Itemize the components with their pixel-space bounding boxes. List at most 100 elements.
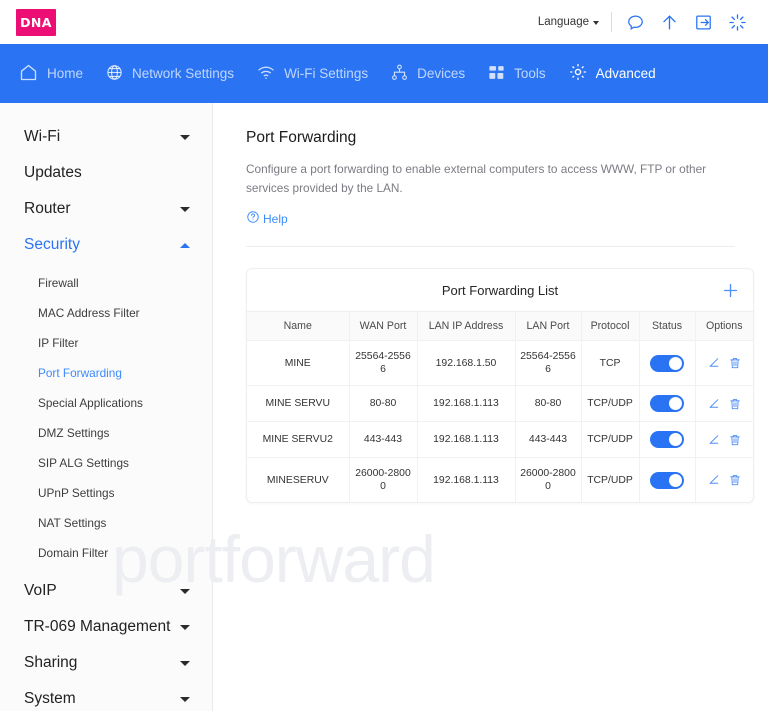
cell-name: MINE SERVU bbox=[247, 385, 350, 422]
nav-item-advanced-label: Advanced bbox=[595, 65, 656, 81]
edit-icon[interactable] bbox=[707, 356, 721, 370]
cell-protocol: TCP/UDP bbox=[581, 385, 640, 422]
nav-item-network-settings[interactable]: Network Settings bbox=[105, 63, 234, 85]
nav-item-devices-label: Devices bbox=[417, 65, 466, 81]
cell-lan-port: 443-443 bbox=[515, 421, 582, 458]
nav-item-wifi-settings[interactable]: Wi-Fi Settings bbox=[256, 62, 368, 85]
cell-name: MINE bbox=[247, 340, 350, 386]
table-row: MINE 25564-25566 192.168.1.50 25564-2556… bbox=[247, 340, 753, 386]
status-toggle[interactable] bbox=[650, 471, 684, 489]
nav-item-devices[interactable]: Devices bbox=[390, 63, 465, 85]
sidebar-item-updates[interactable]: Updates bbox=[0, 155, 212, 191]
nav-item-tools[interactable]: Tools bbox=[487, 63, 546, 85]
sidebar-item-special-applications-label: Special Applications bbox=[38, 396, 143, 410]
sidebar-item-ip-filter[interactable]: IP Filter bbox=[0, 328, 212, 358]
question-mark-icon bbox=[246, 210, 260, 227]
sidebar-item-nat-settings-label: NAT Settings bbox=[38, 516, 107, 530]
status-toggle[interactable] bbox=[650, 354, 684, 372]
delete-icon[interactable] bbox=[728, 356, 742, 370]
chevron-down-icon bbox=[180, 624, 190, 630]
page-description: Configure a port forwarding to enable ex… bbox=[246, 162, 707, 195]
sidebar-item-nat-settings[interactable]: NAT Settings bbox=[0, 508, 212, 538]
sidebar-item-wifi[interactable]: Wi-Fi bbox=[0, 119, 212, 155]
sidebar-item-system-label: System bbox=[24, 690, 76, 707]
delete-icon[interactable] bbox=[728, 433, 742, 447]
divider bbox=[611, 12, 612, 32]
status-toggle[interactable] bbox=[650, 395, 684, 412]
table-header-row: Name WAN Port LAN IP Address LAN Port Pr… bbox=[247, 311, 753, 341]
section-divider bbox=[246, 246, 735, 247]
page-title: Port Forwarding bbox=[246, 129, 357, 146]
column-header-status: Status bbox=[639, 311, 696, 341]
dna-logo[interactable]: DNA bbox=[16, 8, 56, 36]
port-forwarding-table: Name WAN Port LAN IP Address LAN Port Pr… bbox=[247, 311, 753, 502]
cell-lan-ip: 192.168.1.113 bbox=[417, 457, 516, 502]
delete-icon[interactable] bbox=[728, 397, 742, 411]
table-row: MINESERUV 26000-28000 192.168.1.113 2600… bbox=[247, 457, 753, 502]
cell-status bbox=[639, 385, 696, 422]
sidebar-item-updates-label: Updates bbox=[24, 164, 82, 181]
language-selector[interactable]: Language bbox=[538, 16, 599, 28]
sidebar-item-tr069-management[interactable]: TR-069 Management bbox=[0, 609, 212, 645]
sidebar-item-mac-address-filter[interactable]: MAC Address Filter bbox=[0, 298, 212, 328]
logout-icon[interactable] bbox=[686, 7, 720, 37]
cell-lan-port: 25564-25566 bbox=[515, 340, 582, 386]
cell-name: MINE SERVU2 bbox=[247, 421, 350, 458]
toggle-knob bbox=[669, 356, 682, 370]
sidebar-item-sip-alg-settings[interactable]: SIP ALG Settings bbox=[0, 448, 212, 478]
sidebar-item-domain-filter[interactable]: Domain Filter bbox=[0, 538, 212, 568]
chat-icon[interactable] bbox=[618, 7, 652, 37]
edit-icon[interactable] bbox=[707, 397, 721, 411]
nav-item-wifi-settings-label: Wi-Fi Settings bbox=[284, 65, 369, 81]
help-link[interactable]: Help bbox=[246, 210, 288, 227]
wifi-icon bbox=[256, 62, 276, 85]
delete-icon[interactable] bbox=[728, 473, 742, 487]
sidebar-item-voip-label: VoIP bbox=[24, 582, 57, 599]
gear-icon bbox=[568, 62, 588, 85]
chevron-down-icon bbox=[180, 588, 190, 594]
sidebar-item-security[interactable]: Security bbox=[0, 227, 212, 263]
upload-arrow-icon[interactable] bbox=[652, 7, 686, 37]
sidebar-item-mac-address-filter-label: MAC Address Filter bbox=[38, 306, 140, 320]
sidebar-item-system[interactable]: System bbox=[0, 681, 212, 711]
column-header-lan-port: LAN Port bbox=[515, 311, 582, 341]
nav-item-home[interactable]: Home bbox=[18, 62, 83, 86]
status-toggle[interactable] bbox=[650, 431, 684, 448]
cell-lan-port: 26000-28000 bbox=[515, 457, 582, 502]
sidebar-item-router-label: Router bbox=[24, 200, 71, 217]
cell-protocol: TCP bbox=[581, 340, 640, 386]
sidebar-item-security-label: Security bbox=[24, 236, 80, 253]
sidebar: Wi-Fi Updates Router Security Firewall M… bbox=[0, 103, 213, 711]
toggle-knob bbox=[669, 433, 682, 446]
edit-icon[interactable] bbox=[707, 473, 721, 487]
sidebar-item-dmz-settings[interactable]: DMZ Settings bbox=[0, 418, 212, 448]
sidebar-item-upnp-settings[interactable]: UPnP Settings bbox=[0, 478, 212, 508]
add-rule-button[interactable] bbox=[717, 277, 743, 303]
sidebar-item-wifi-label: Wi-Fi bbox=[24, 128, 61, 145]
cell-status bbox=[639, 340, 696, 386]
cell-name: MINESERUV bbox=[247, 457, 350, 502]
sidebar-item-port-forwarding-label: Port Forwarding bbox=[38, 366, 122, 380]
sidebar-item-dmz-settings-label: DMZ Settings bbox=[38, 426, 110, 440]
sidebar-item-special-applications[interactable]: Special Applications bbox=[0, 388, 212, 418]
nav-item-advanced[interactable]: Advanced bbox=[568, 62, 656, 85]
cell-wan-port: 443-443 bbox=[349, 421, 418, 458]
chevron-down-icon bbox=[180, 206, 190, 212]
loading-spinner-icon[interactable] bbox=[720, 7, 754, 37]
sidebar-item-firewall-label: Firewall bbox=[38, 276, 79, 290]
cell-options bbox=[695, 385, 753, 422]
sidebar-item-sharing[interactable]: Sharing bbox=[0, 645, 212, 681]
cell-wan-port: 80-80 bbox=[349, 385, 418, 422]
sidebar-item-sharing-label: Sharing bbox=[24, 654, 78, 671]
sidebar-item-router[interactable]: Router bbox=[0, 191, 212, 227]
sidebar-item-port-forwarding[interactable]: Port Forwarding bbox=[0, 358, 212, 388]
edit-icon[interactable] bbox=[707, 433, 721, 447]
cell-lan-ip: 192.168.1.113 bbox=[417, 385, 516, 422]
sidebar-item-firewall[interactable]: Firewall bbox=[0, 268, 212, 298]
chevron-down-icon bbox=[180, 696, 190, 702]
chevron-up-icon bbox=[180, 242, 190, 248]
sidebar-item-domain-filter-label: Domain Filter bbox=[38, 546, 109, 560]
sidebar-item-voip[interactable]: VoIP bbox=[0, 573, 212, 609]
dna-logo-text: DNA bbox=[20, 14, 52, 30]
nav-item-network-settings-label: Network Settings bbox=[132, 65, 235, 81]
